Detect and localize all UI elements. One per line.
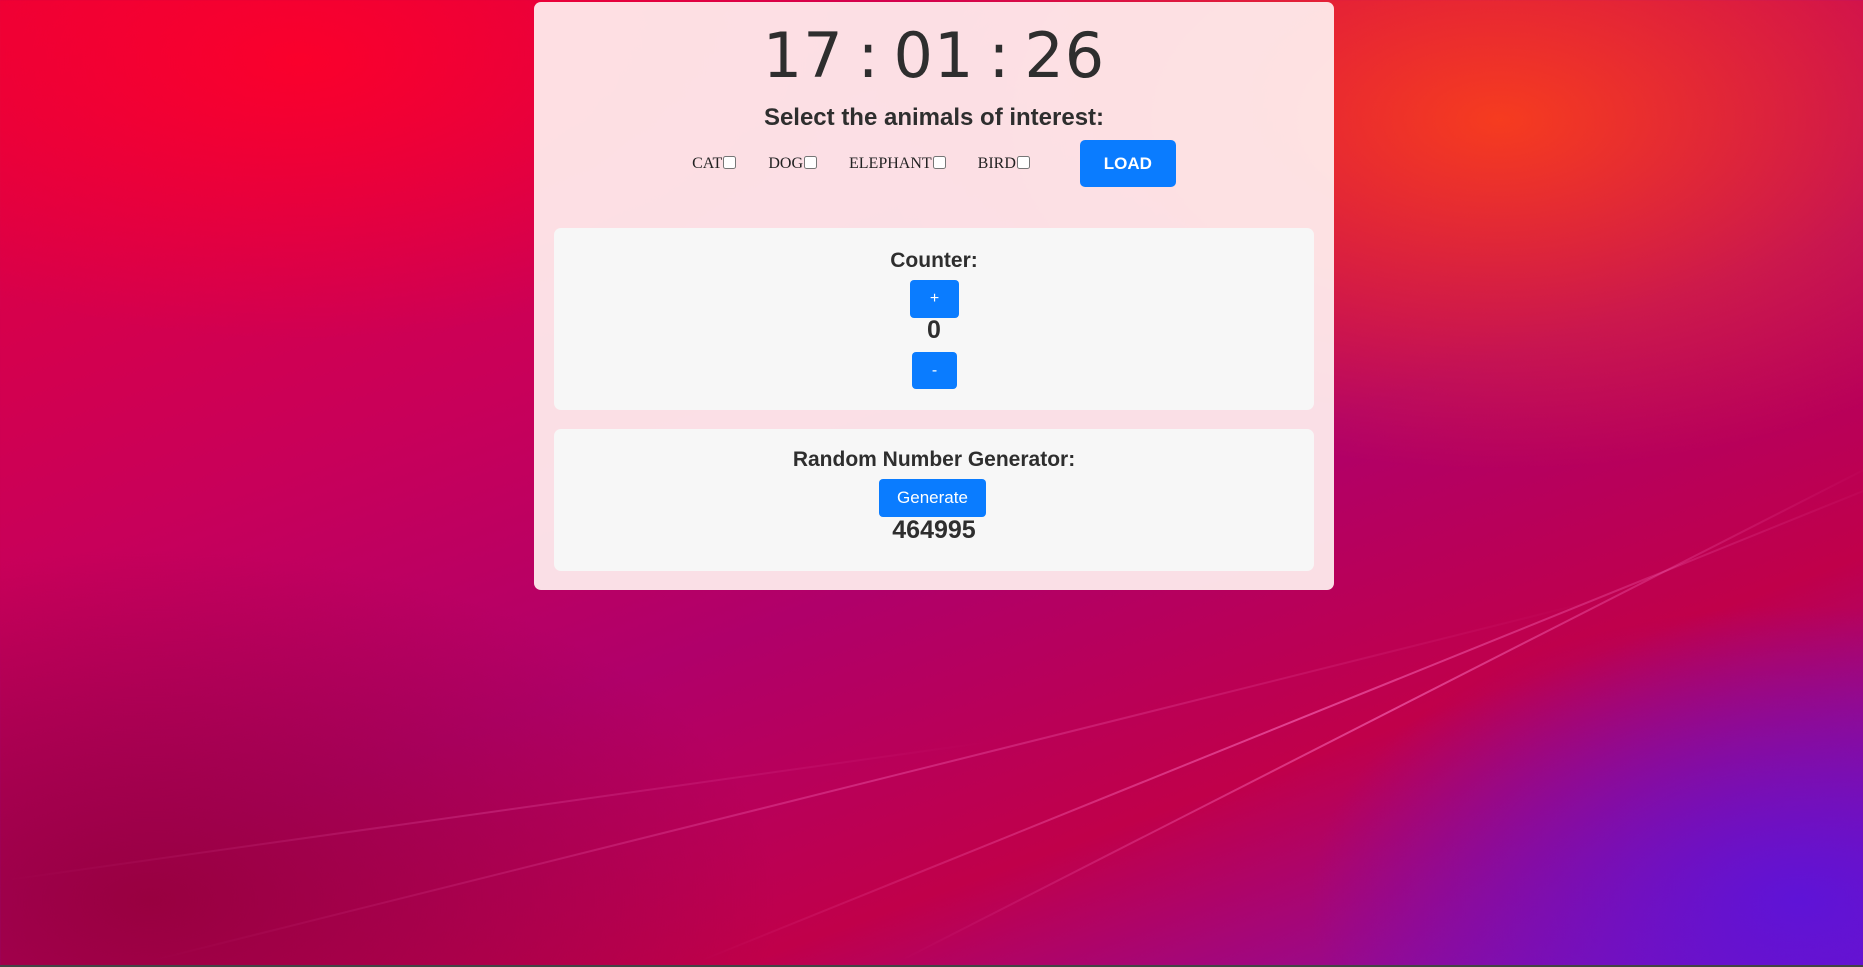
increment-button[interactable]: + (910, 280, 959, 318)
clock-seconds: 26 (1024, 19, 1106, 92)
digital-clock: 17:01:26 (534, 16, 1334, 96)
random-number-panel: Random Number Generator: Generate 464995 (554, 429, 1314, 571)
animal-label: CAT (692, 154, 723, 172)
clock-minutes: 01 (893, 19, 975, 92)
load-button[interactable]: LOAD (1079, 140, 1176, 187)
animal-option-elephant[interactable]: ELEPHANT (849, 155, 946, 173)
counter-panel: Counter: + 0 - (554, 228, 1314, 410)
clock-separator: : (988, 19, 1011, 92)
animals-heading: Select the animals of interest: (763, 104, 1105, 131)
clock-separator: : (857, 19, 880, 92)
bird-checkbox[interactable] (1016, 155, 1030, 169)
background-streak (0, 740, 991, 882)
animal-label: BIRD (977, 154, 1016, 172)
generate-button[interactable]: Generate (879, 479, 986, 517)
random-title: Random Number Generator: (792, 448, 1076, 471)
cat-checkbox[interactable] (723, 155, 737, 169)
decrement-button[interactable]: - (912, 352, 957, 389)
animal-option-bird[interactable]: BIRD (978, 155, 1030, 173)
desktop-background: { "clock": { "hours": "17", "minutes": "… (0, 0, 1863, 967)
background-streak (149, 597, 1606, 962)
animal-selector: CAT DOG ELEPHANT BIRD LOAD (534, 140, 1334, 187)
random-value: 464995 (892, 516, 976, 544)
elephant-checkbox[interactable] (932, 155, 946, 169)
animal-label: ELEPHANT (849, 154, 932, 172)
widget-card: 17:01:26 Select the animals of interest:… (534, 2, 1334, 590)
animal-label: DOG (768, 154, 803, 172)
animal-option-cat[interactable]: CAT (692, 154, 737, 173)
clock-hours: 17 (762, 19, 844, 92)
counter-value: 0 (927, 316, 941, 344)
counter-title: Counter: (890, 249, 978, 272)
dog-checkbox[interactable] (804, 155, 817, 169)
animal-option-dog[interactable]: DOG (768, 155, 817, 173)
